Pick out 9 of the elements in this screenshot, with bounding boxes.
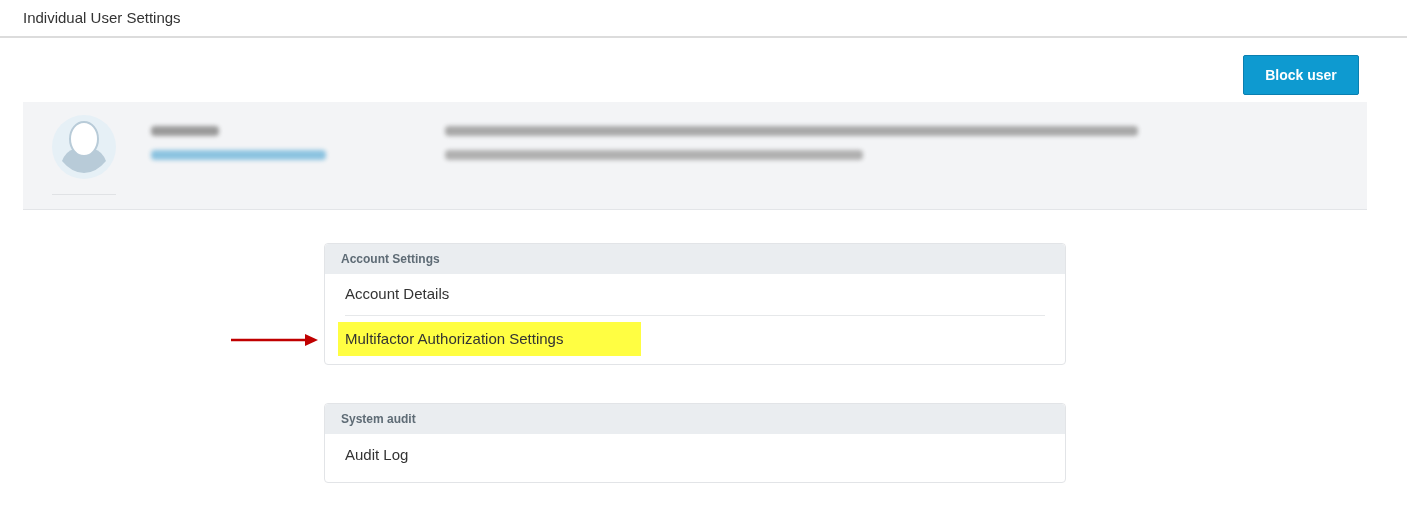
card-header: Account Settings — [341, 251, 440, 268]
avatar-icon — [52, 115, 116, 179]
settings-link[interactable]: Account Details — [345, 283, 450, 306]
card-header: System audit — [341, 411, 416, 428]
redacted-text — [151, 126, 219, 136]
settings-link[interactable]: Multifactor Authorization Settings — [338, 322, 641, 356]
settings-link[interactable]: Audit Log — [345, 443, 409, 467]
page-title: Individual User Settings — [23, 7, 181, 28]
arrow-icon — [229, 333, 319, 347]
